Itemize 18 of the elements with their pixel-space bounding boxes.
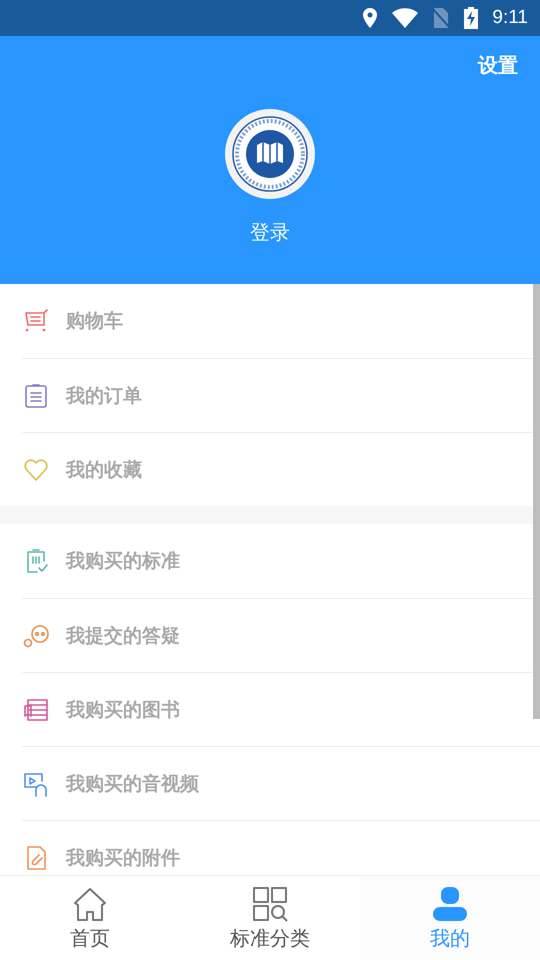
logo-icon <box>225 109 315 199</box>
menu-item[interactable]: 我的订单 <box>66 382 142 408</box>
wifi-icon <box>392 8 418 28</box>
login-link[interactable]: 登录 <box>250 219 290 246</box>
settings-link[interactable]: 设置 <box>478 52 518 79</box>
battery-charging-icon <box>464 7 478 29</box>
menu-item[interactable]: 我购买的图书 <box>66 696 180 722</box>
menu-item[interactable]: 我提交的答疑 <box>66 622 180 648</box>
menu-item[interactable]: 购物车 <box>66 308 123 334</box>
menu-item[interactable]: 我购买的音视频 <box>66 770 199 796</box>
menu-item[interactable]: 我购买的标准 <box>66 548 180 574</box>
status-time: 9:11 <box>492 7 528 29</box>
category-search-icon <box>251 884 289 922</box>
menu-item[interactable]: 我购买的附件 <box>66 844 180 870</box>
menu-item[interactable]: 我的收藏 <box>66 456 142 482</box>
location-icon <box>362 8 378 28</box>
no-sim-icon <box>432 8 450 28</box>
user-icon <box>431 884 469 922</box>
